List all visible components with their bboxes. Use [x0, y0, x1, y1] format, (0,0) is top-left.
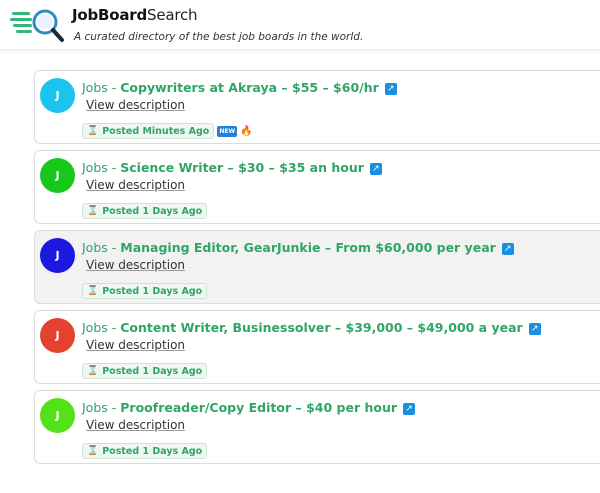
job-card[interactable]: J Jobs - Science Writer – $30 – $35 an h…: [34, 150, 600, 224]
avatar: J: [40, 398, 75, 433]
external-link-icon[interactable]: ↗: [501, 243, 514, 255]
hourglass-icon: ⌛: [87, 286, 99, 296]
external-link-icon[interactable]: ↗: [369, 163, 382, 175]
job-title[interactable]: Science Writer – $30 – $35 an hour: [120, 160, 364, 175]
badge-row: ⌛ Posted 1 Days Ago: [82, 363, 208, 379]
job-card[interactable]: J Jobs - Content Writer, Businessolver –…: [34, 310, 600, 384]
job-card[interactable]: J Jobs - Managing Editor, GearJunkie – F…: [34, 230, 600, 304]
badge-row: ⌛ Posted 1 Days Ago: [82, 203, 208, 219]
badge-row: ⌛ Posted Minutes Ago NEW 🔥: [82, 123, 253, 139]
badge-row: ⌛ Posted 1 Days Ago: [82, 443, 208, 459]
job-title[interactable]: Proofreader/Copy Editor – $40 per hour: [120, 400, 397, 415]
hourglass-icon: ⌛: [87, 206, 99, 216]
posted-text: Posted 1 Days Ago: [102, 445, 203, 457]
job-title[interactable]: Copywriters at Akraya – $55 – $60/hr: [120, 80, 379, 95]
job-title-link[interactable]: Jobs - Science Writer – $30 – $35 an hou…: [82, 160, 382, 175]
brand-name[interactable]: JobBoardSearch: [72, 6, 198, 24]
site-header: JobBoardSearch A curated directory of th…: [0, 0, 600, 50]
posted-badge: ⌛ Posted Minutes Ago: [82, 123, 215, 139]
posted-text: Posted Minutes Ago: [102, 125, 210, 137]
site-tagline: A curated directory of the best job boar…: [74, 31, 364, 43]
view-description-link[interactable]: View description: [86, 258, 185, 272]
job-title-link[interactable]: Jobs - Content Writer, Businessolver – $…: [82, 320, 541, 335]
external-link-icon[interactable]: ↗: [384, 83, 397, 95]
magnifier-speed-lines-icon[interactable]: [10, 6, 66, 44]
hourglass-icon: ⌛: [87, 366, 99, 376]
posted-badge: ⌛ Posted 1 Days Ago: [82, 363, 208, 379]
job-category: Jobs -: [82, 160, 121, 175]
external-link-icon[interactable]: ↗: [403, 403, 416, 415]
job-title-link[interactable]: Jobs - Copywriters at Akraya – $55 – $60…: [82, 80, 397, 95]
job-category: Jobs -: [82, 400, 121, 415]
avatar: J: [40, 158, 75, 193]
posted-badge: ⌛ Posted 1 Days Ago: [82, 283, 208, 299]
avatar: J: [40, 238, 75, 273]
view-description-link[interactable]: View description: [86, 98, 185, 112]
new-tag-icon: NEW: [217, 125, 238, 137]
job-title-link[interactable]: Jobs - Managing Editor, GearJunkie – Fro…: [82, 240, 514, 255]
avatar: J: [40, 78, 75, 113]
job-category: Jobs -: [82, 240, 121, 255]
job-title[interactable]: Content Writer, Businessolver – $39,000 …: [120, 320, 522, 335]
external-link-icon[interactable]: ↗: [528, 323, 541, 335]
job-list: J Jobs - Copywriters at Akraya – $55 – $…: [34, 70, 600, 470]
view-description-link[interactable]: View description: [86, 418, 185, 432]
posted-badge: ⌛ Posted 1 Days Ago: [82, 443, 208, 459]
badge-row: ⌛ Posted 1 Days Ago: [82, 283, 208, 299]
view-description-link[interactable]: View description: [86, 178, 185, 192]
fire-icon: 🔥: [240, 125, 253, 137]
job-card[interactable]: J Jobs - Proofreader/Copy Editor – $40 p…: [34, 390, 600, 464]
job-category: Jobs -: [82, 80, 121, 95]
job-category: Jobs -: [82, 320, 121, 335]
posted-text: Posted 1 Days Ago: [102, 285, 203, 297]
job-title[interactable]: Managing Editor, GearJunkie – From $60,0…: [120, 240, 496, 255]
avatar: J: [40, 318, 75, 353]
job-title-link[interactable]: Jobs - Proofreader/Copy Editor – $40 per…: [82, 400, 416, 415]
hourglass-icon: ⌛: [87, 126, 99, 136]
view-description-link[interactable]: View description: [86, 338, 185, 352]
posted-badge: ⌛ Posted 1 Days Ago: [82, 203, 208, 219]
posted-text: Posted 1 Days Ago: [102, 365, 203, 377]
job-card[interactable]: J Jobs - Copywriters at Akraya – $55 – $…: [34, 70, 600, 144]
posted-text: Posted 1 Days Ago: [102, 205, 203, 217]
hourglass-icon: ⌛: [87, 446, 99, 456]
